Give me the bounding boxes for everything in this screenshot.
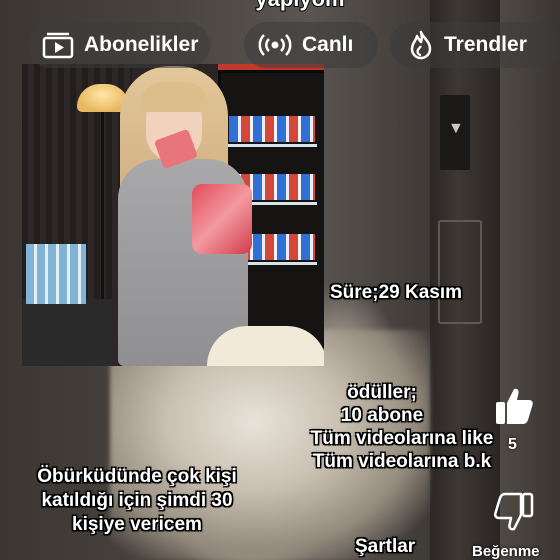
top-navigation: Abonelikler Canlı Trendler (0, 0, 560, 90)
inset-photo (22, 64, 324, 366)
like-button[interactable] (492, 384, 536, 428)
arrow-down-icon: ▼ (448, 120, 464, 137)
note-line: kişiye vericem (72, 514, 202, 535)
rewards-title: ödüller; (347, 382, 417, 403)
dislike-label: Beğenme (472, 543, 540, 560)
rewards-line: Tüm videolarına like (310, 428, 494, 449)
rewards-line: 10 abone (340, 405, 424, 426)
note-line: katıldığı için şimdi 30 (41, 490, 233, 511)
elevator-indicator: ▼ (440, 95, 470, 170)
live-label: Canlı (302, 33, 354, 56)
thumbs-down-icon (493, 492, 534, 531)
rewards-block: ödüller; 10 abone Tüm videolarına like T… (292, 381, 512, 473)
conditions-text: Şartlar (355, 536, 416, 557)
elevator-panel (438, 220, 482, 324)
dislike-button[interactable] (492, 490, 536, 534)
note-line: Öbürküdünde çok kişi (37, 466, 237, 487)
live-broadcast-icon (258, 34, 292, 56)
trending-flame-icon (410, 30, 432, 60)
trending-label: Trendler (444, 33, 527, 56)
snacks (192, 184, 252, 254)
like-count: 5 (508, 436, 517, 453)
subscriptions-tab[interactable]: Abonelikler (28, 22, 210, 68)
duration-text: Süre;29 Kasım (330, 282, 463, 303)
subscriptions-label: Abonelikler (84, 33, 199, 56)
rewards-line: Tüm videolarına b.k (312, 451, 492, 472)
subscriptions-icon (42, 32, 74, 59)
thumbs-up-icon (496, 388, 533, 424)
note-block: Öbürküdünde çok kişi katıldığı için şimd… (12, 465, 262, 537)
live-tab[interactable]: Canlı (244, 22, 378, 68)
trending-tab[interactable]: Trendler (390, 22, 560, 68)
